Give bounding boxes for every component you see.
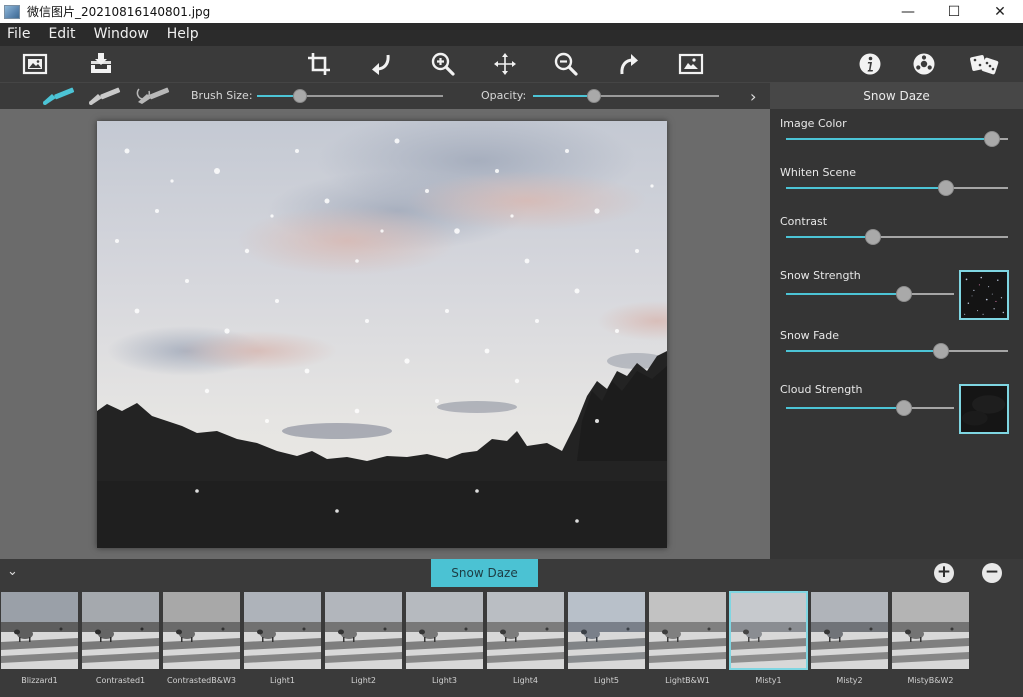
slider-knob[interactable] [896, 286, 912, 302]
brush-size-knob[interactable] [293, 89, 307, 103]
remove-preset-button[interactable]: − [982, 563, 1002, 583]
preset-thumbnail[interactable] [568, 592, 645, 669]
preset-thumbnail[interactable] [163, 592, 240, 669]
preset-label: Light2 [350, 676, 377, 685]
minimize-button[interactable]: — [885, 0, 931, 23]
slider-fill [786, 293, 904, 295]
zoom-out-icon[interactable] [551, 50, 581, 78]
cloud-strength-slider[interactable] [786, 400, 954, 416]
preset-thumbnail[interactable] [82, 592, 159, 669]
preset-thumbnail[interactable] [1, 592, 78, 669]
preset-strip: Blizzard1 Contrasted1 ContrastedB&W3 Light1… [0, 587, 1023, 697]
preset-label: Blizzard1 [21, 676, 58, 685]
slider-fill [786, 187, 946, 189]
app-icon [4, 4, 20, 19]
slider-fill [786, 236, 873, 238]
preset-label: Light3 [431, 676, 458, 685]
slider-fill [786, 407, 904, 409]
panel-title: Snow Daze [770, 82, 1023, 109]
pan-icon[interactable] [490, 50, 520, 78]
brush-paint-icon[interactable] [40, 85, 76, 107]
slider-knob[interactable] [984, 131, 1000, 147]
image-canvas[interactable] [0, 109, 770, 559]
photo-preview[interactable] [97, 121, 667, 548]
brush-size-label: Brush Size: [191, 89, 253, 102]
close-button[interactable]: ✕ [977, 0, 1023, 23]
preset-bar: ⌄ Snow Daze + − [0, 559, 1023, 587]
control-label: Whiten Scene [780, 166, 856, 179]
preset-label: Light5 [593, 676, 620, 685]
snow-strength-slider[interactable] [786, 286, 954, 302]
whiten-scene-slider[interactable] [786, 180, 1008, 196]
slider-knob[interactable] [865, 229, 881, 245]
control-label: Contrast [780, 215, 828, 228]
slider-fill [786, 138, 992, 140]
preset-thumbnail[interactable] [487, 592, 564, 669]
slider-knob[interactable] [938, 180, 954, 196]
menu-window[interactable]: Window [85, 23, 158, 46]
settings-icon[interactable] [909, 50, 939, 78]
menu-bar: File Edit Window Help [0, 23, 1023, 46]
preset-category-tab[interactable]: Snow Daze [431, 559, 538, 587]
menu-file[interactable]: File [0, 23, 39, 46]
open-image-icon[interactable] [20, 50, 50, 78]
preset-label: Misty1 [755, 676, 782, 685]
window-title: 微信图片_20210816140801.jpg [27, 5, 211, 19]
preset-label: MistyB&W2 [907, 676, 954, 685]
preset-label: Light4 [512, 676, 539, 685]
maximize-button[interactable]: ☐ [931, 0, 977, 23]
preset-thumbnail[interactable] [649, 592, 726, 669]
control-label: Snow Strength [780, 269, 861, 282]
chevron-right-icon[interactable]: › [750, 87, 756, 106]
preset-label: Contrasted1 [95, 676, 146, 685]
image-color-slider[interactable] [786, 131, 1008, 147]
slider-knob[interactable] [933, 343, 949, 359]
preset-label: LightB&W1 [665, 676, 710, 685]
preset-thumbnail[interactable] [325, 592, 402, 669]
preset-thumbnail[interactable] [406, 592, 483, 669]
slider-knob[interactable] [896, 400, 912, 416]
preset-label: Light1 [269, 676, 296, 685]
random-icon[interactable] [967, 50, 1003, 78]
preset-label: ContrastedB&W3 [167, 676, 236, 685]
main-toolbar [0, 46, 1023, 82]
menu-help[interactable]: Help [158, 23, 208, 46]
fit-image-icon[interactable] [676, 50, 706, 78]
add-preset-button[interactable]: + [934, 563, 954, 583]
menu-edit[interactable]: Edit [39, 23, 84, 46]
brush-size-slider[interactable] [257, 89, 443, 103]
opacity-label: Opacity: [481, 89, 527, 102]
preset-thumbnail[interactable] [244, 592, 321, 669]
save-icon[interactable] [86, 50, 116, 78]
opacity-knob[interactable] [587, 89, 601, 103]
brush-erase-icon[interactable] [86, 85, 122, 107]
brush-toolbar: Brush Size: Opacity: › [0, 82, 770, 109]
chevron-down-icon[interactable]: ⌄ [7, 564, 18, 579]
cloud-texture-thumbnail[interactable] [959, 384, 1009, 434]
rotate-left-icon[interactable] [366, 50, 396, 78]
title-bar: 微信图片_20210816140801.jpg — ☐ ✕ [0, 0, 1023, 23]
contrast-slider[interactable] [786, 229, 1008, 245]
control-label: Cloud Strength [780, 383, 863, 396]
slider-fill [786, 350, 941, 352]
brush-reset-icon[interactable] [135, 85, 171, 107]
zoom-in-icon[interactable] [428, 50, 458, 78]
info-icon[interactable] [855, 50, 885, 78]
crop-icon[interactable] [304, 50, 334, 78]
opacity-fill [533, 95, 594, 97]
control-label: Snow Fade [780, 329, 839, 342]
snow-fade-slider[interactable] [786, 343, 1008, 359]
rotate-right-icon[interactable] [614, 50, 644, 78]
control-label: Image Color [780, 117, 847, 130]
opacity-slider[interactable] [533, 89, 719, 103]
snow-texture-thumbnail[interactable] [959, 270, 1009, 320]
effect-settings-panel: Snow Daze Image Color Whiten Scene Contr… [770, 82, 1023, 559]
preset-thumbnail[interactable] [811, 592, 888, 669]
preset-thumbnail[interactable] [729, 591, 808, 670]
preset-label: Misty2 [836, 676, 863, 685]
preset-thumbnail[interactable] [892, 592, 969, 669]
